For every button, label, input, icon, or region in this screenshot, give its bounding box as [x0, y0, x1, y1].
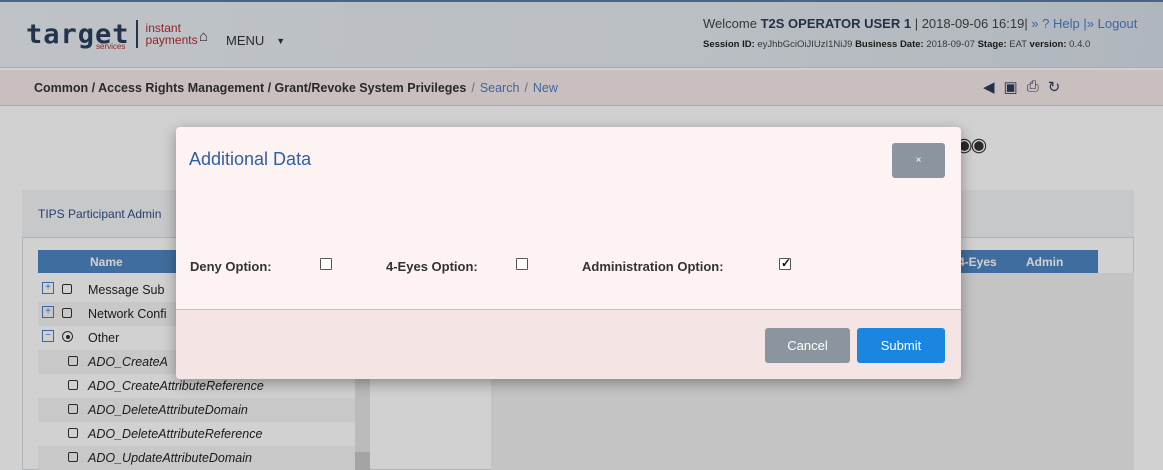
close-button[interactable]: × [892, 143, 945, 178]
deny-option-checkbox[interactable] [320, 258, 332, 270]
administration-option-label: Administration Option: [582, 259, 724, 274]
dialog-title: Additional Data [189, 149, 312, 169]
cancel-button[interactable]: Cancel [765, 328, 850, 363]
dialog-footer: Cancel Submit [176, 309, 961, 379]
additional-data-dialog: Additional Data × Deny Option: 4-Eyes Op… [176, 127, 961, 379]
four-eyes-option-checkbox[interactable] [516, 258, 528, 270]
deny-option-label: Deny Option: [190, 259, 272, 274]
submit-button[interactable]: Submit [857, 328, 945, 363]
administration-option-checkbox[interactable] [779, 256, 791, 270]
four-eyes-option-label: 4-Eyes Option: [386, 259, 478, 274]
